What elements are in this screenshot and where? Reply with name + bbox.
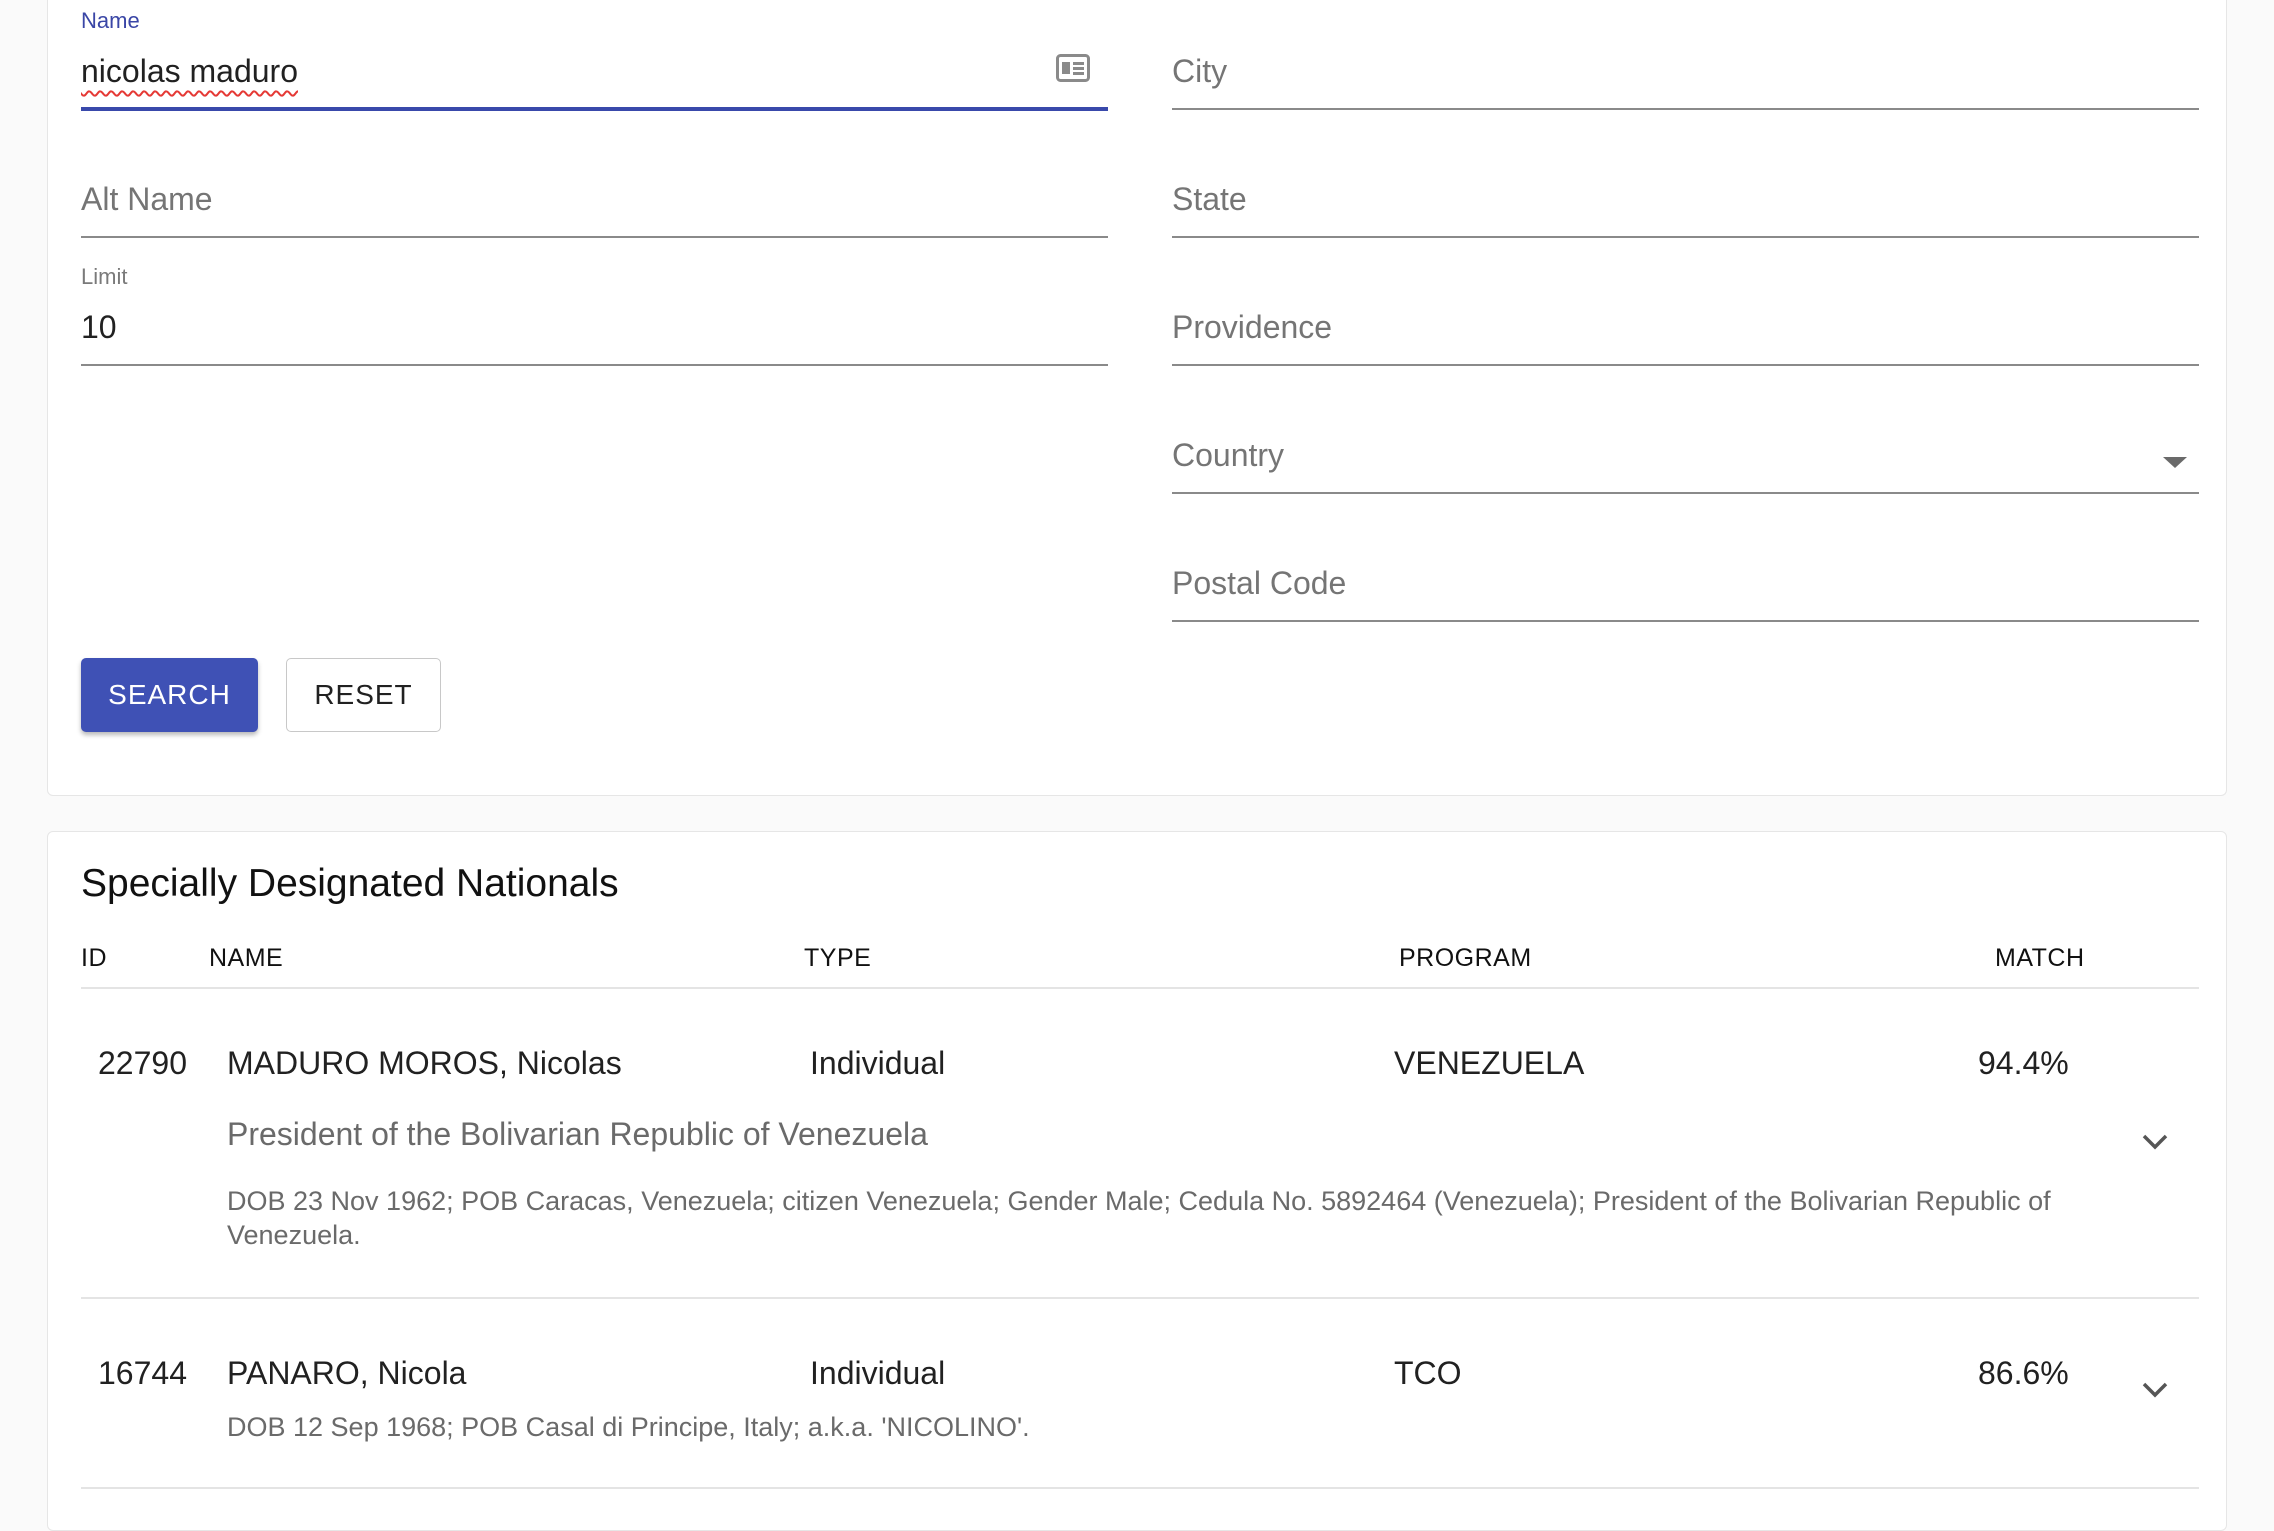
alt-name-input[interactable]: Alt Name	[81, 181, 213, 218]
limit-field-underline	[81, 364, 1108, 366]
column-header-program: PROGRAM	[1399, 944, 1532, 972]
row-program: VENEZUELA	[1394, 1045, 1585, 1081]
alt-name-field-underline	[81, 236, 1108, 238]
row-program: TCO	[1394, 1355, 1462, 1391]
row-id: 16744	[98, 1355, 187, 1391]
reset-button[interactable]: RESET	[286, 658, 441, 732]
column-header-type: TYPE	[804, 944, 872, 972]
country-select[interactable]: Country	[1172, 384, 2199, 494]
column-header-id: ID	[81, 944, 107, 972]
row-remarks: DOB 23 Nov 1962; POB Caracas, Venezuela;…	[227, 1186, 2051, 1250]
name-input-value: nicolas maduro	[81, 53, 298, 89]
country-select-placeholder: Country	[1172, 437, 1285, 473]
contact-card-icon[interactable]	[1056, 54, 1090, 82]
row-match: 86.6%	[1978, 1355, 2069, 1391]
country-select-underline	[1172, 492, 2199, 494]
providence-input[interactable]: Providence	[1172, 309, 1332, 346]
limit-input[interactable]: 10	[81, 309, 117, 346]
row-type: Individual	[810, 1355, 946, 1391]
column-header-name: NAME	[209, 944, 284, 972]
postal-code-field[interactable]: Postal Code	[1172, 512, 2199, 622]
header-divider	[81, 987, 2199, 989]
postal-code-field-underline	[1172, 620, 2199, 622]
name-field[interactable]: Name nicolas maduro	[81, 0, 1108, 111]
name-field-label: Name	[81, 8, 140, 33]
expand-chevron-icon[interactable]	[2140, 1380, 2170, 1400]
providence-field[interactable]: Providence	[1172, 256, 2199, 366]
dropdown-caret-icon[interactable]	[2163, 457, 2187, 468]
row-id: 22790	[98, 1045, 187, 1081]
row-match: 94.4%	[1978, 1045, 2069, 1081]
expand-chevron-icon[interactable]	[2140, 1132, 2170, 1152]
page: Name nicolas maduro City Alt Name State	[0, 0, 2274, 1531]
limit-field[interactable]: Limit 10	[81, 256, 1108, 366]
city-input[interactable]: City	[1172, 53, 1227, 90]
search-form-card: Name nicolas maduro City Alt Name State	[47, 0, 2227, 796]
postal-code-input[interactable]: Postal Code	[1172, 565, 1346, 602]
state-field[interactable]: State	[1172, 128, 2199, 238]
alt-name-field[interactable]: Alt Name	[81, 128, 1108, 238]
row-divider	[81, 1487, 2199, 1489]
row-divider	[81, 1297, 2199, 1299]
row-type: Individual	[810, 1045, 946, 1081]
city-field[interactable]: City	[1172, 0, 2199, 110]
row-subtitle: President of the Bolivarian Republic of …	[227, 1116, 928, 1152]
search-button[interactable]: SEARCH	[81, 658, 258, 732]
state-input[interactable]: State	[1172, 181, 1247, 218]
limit-field-label: Limit	[81, 264, 128, 289]
results-card: Specially Designated Nationals ID NAME T…	[47, 831, 2227, 1531]
city-field-underline	[1172, 108, 2199, 110]
row-name: MADURO MOROS, Nicolas	[227, 1045, 622, 1081]
name-input[interactable]: nicolas maduro	[81, 53, 298, 90]
column-header-match: MATCH	[1995, 944, 2085, 972]
row-remarks: DOB 12 Sep 1968; POB Casal di Principe, …	[227, 1412, 1030, 1442]
state-field-underline	[1172, 236, 2199, 238]
row-name: PANARO, Nicola	[227, 1355, 467, 1391]
results-title: Specially Designated Nationals	[81, 862, 619, 905]
providence-field-underline	[1172, 364, 2199, 366]
name-field-underline	[81, 107, 1108, 111]
